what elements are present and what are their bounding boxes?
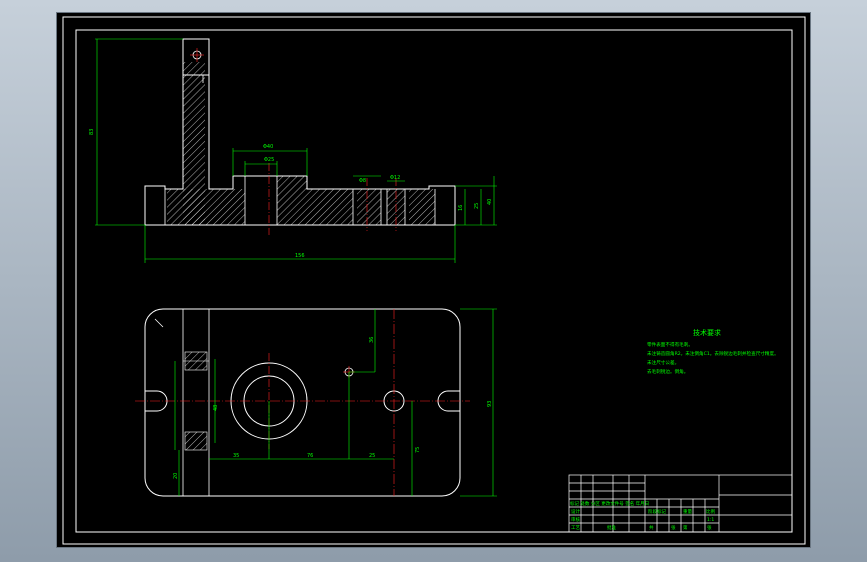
tech-req-item-3: 未注尺寸公差。 — [647, 359, 679, 366]
tb-stage-label: 阶段标记 — [648, 508, 666, 515]
tech-req-title: 技术要求 — [693, 328, 721, 337]
hatch-boss-right — [277, 176, 307, 225]
tb-sheet-index: 第 — [683, 524, 688, 531]
tech-req-item-4: 去毛刺锐边。倒角。 — [647, 368, 688, 375]
dim-right-h1: 40 — [487, 199, 493, 205]
tb-label-design: 设计 — [571, 508, 580, 515]
tb-sheet-unit-1: 张 — [671, 524, 676, 531]
dim-top-vertical: 36 — [369, 337, 375, 343]
title-block[interactable]: 设计 标记 处数 分区 更改文件号 签名 年月日 审核 工艺 批准 阶段标记 重… — [568, 474, 793, 533]
dim-left-side: 48 — [213, 405, 219, 411]
dim-overall-width: 93 — [487, 401, 493, 407]
dim-front-height: 83 — [89, 129, 95, 135]
plan-outline — [144, 308, 461, 497]
tb-scale-label: 比例 — [706, 508, 715, 515]
tb-label-review: 审核 — [571, 516, 580, 523]
cad-viewport[interactable]: 83 Φ40 Φ25 Φ8 Φ12 40 25 16 156 36 48 35 … — [56, 12, 811, 548]
dim-left-vertical: 20 — [173, 473, 179, 479]
tb-scale-value: 1:1 — [707, 517, 714, 523]
tech-req-item-1: 零件表面不得有毛刺。 — [647, 341, 693, 348]
dim-bore-inner: Φ25 — [264, 157, 274, 163]
top-plan-view[interactable]: 36 48 35 76 25 75 93 20 — [135, 308, 497, 497]
sheet-outer-border — [62, 16, 806, 545]
front-dim-lines — [95, 38, 497, 263]
dim-right-h3: 16 — [458, 205, 464, 211]
dim-bottom-x2: 76 — [307, 453, 313, 459]
drawing-canvas[interactable]: 83 Φ40 Φ25 Φ8 Φ12 40 25 16 156 36 48 35 … — [57, 13, 812, 549]
tech-req-item-2: 未注铸造圆角R2。未注倒角C1。去除锐边毛刺并检查尺寸精度。 — [647, 350, 779, 357]
tb-weight-label: 重量 — [683, 508, 692, 515]
tb-sheet-unit-2: 张 — [707, 524, 712, 531]
hatch-base-mid — [307, 189, 353, 225]
dim-right-h2: 25 — [474, 203, 480, 209]
dim-hole-b: Φ12 — [390, 175, 400, 181]
front-section-view[interactable]: 83 Φ40 Φ25 Φ8 Φ12 40 25 16 156 — [89, 38, 497, 263]
dim-overall-length: 156 — [295, 253, 305, 259]
plan-hatch-bottom — [184, 431, 208, 451]
hatch-base-right-c — [409, 189, 435, 225]
plan-corner-mark — [154, 318, 164, 328]
tb-label-approve: 批准 — [607, 524, 616, 531]
tb-sheet-total: 共 — [649, 524, 654, 531]
tb-label-process: 工艺 — [571, 525, 580, 531]
dim-bottom-x1: 35 — [233, 453, 239, 459]
dim-right-v: 75 — [415, 447, 421, 453]
dim-bottom-x3: 25 — [369, 453, 375, 459]
plan-dim-lines — [174, 308, 497, 497]
tb-label-revision: 标记 处数 分区 更改文件号 签名 年月日 — [570, 500, 649, 507]
hatch-base-right-a — [357, 189, 381, 225]
dim-hole-a: Φ8 — [359, 178, 366, 184]
dim-bore-outer: Φ40 — [263, 144, 273, 150]
hatch-base-left — [167, 189, 245, 225]
technical-requirements: 技术要求 零件表面不得有毛刺。 未注铸造圆角R2。未注倒角C1。去除锐边毛刺并检… — [647, 328, 779, 375]
